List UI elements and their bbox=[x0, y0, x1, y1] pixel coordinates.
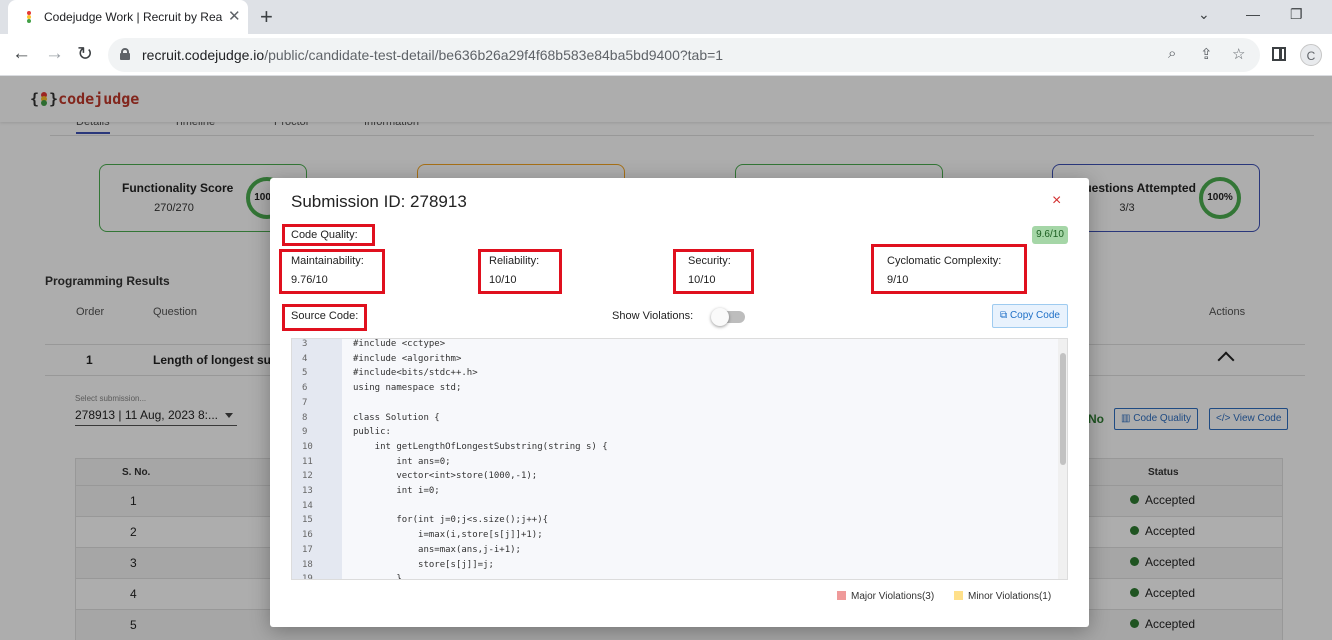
maintainability-value: 9.76/10 bbox=[291, 274, 328, 286]
code-line: 19 } bbox=[302, 574, 402, 580]
cyclomatic-complexity-value: 9/10 bbox=[887, 274, 909, 286]
browser-tab[interactable]: Codejudge Work | Recruit by Rea ✕ bbox=[8, 0, 248, 34]
reliability-label: Reliability: bbox=[489, 255, 540, 267]
browser-tab-bar: Codejudge Work | Recruit by Rea ✕ + ⌄ — … bbox=[0, 0, 1332, 34]
url-text[interactable]: recruit.codejudge.io/public/candidate-te… bbox=[142, 47, 723, 63]
security-value: 10/10 bbox=[688, 274, 716, 286]
codejudge-favicon-icon bbox=[24, 11, 34, 23]
profile-avatar[interactable]: C bbox=[1300, 44, 1322, 66]
code-editor[interactable]: 3 #include <cctype> 4 #include <algorithm> 5… bbox=[291, 338, 1068, 580]
security-label: Security: bbox=[688, 255, 731, 267]
submission-modal: Submission ID: 278913 × Code Quality: 9.… bbox=[270, 178, 1089, 627]
code-line: 4 #include <algorithm> bbox=[302, 353, 462, 364]
share-icon[interactable]: ⇪ bbox=[1200, 45, 1213, 63]
code-line: 12 vector<int>store(1000,-1); bbox=[302, 471, 538, 482]
tab-title: Codejudge Work | Recruit by Rea bbox=[44, 10, 223, 24]
editor-scrollbar[interactable] bbox=[1058, 339, 1067, 579]
minimize-icon[interactable]: — bbox=[1246, 6, 1260, 22]
close-icon[interactable]: × bbox=[1052, 192, 1061, 210]
copy-code-button[interactable]: ⧉ Copy Code bbox=[992, 304, 1068, 328]
address-bar-row: ← → ↻ recruit.codejudge.io/public/candid… bbox=[0, 34, 1332, 76]
code-line: 18 store[s[j]]=j; bbox=[302, 559, 494, 570]
code-line: 5 #include<bits/stdc++.h> bbox=[302, 368, 478, 379]
reliability-value: 10/10 bbox=[489, 274, 517, 286]
major-violations-legend: Major Violations(3) bbox=[837, 591, 934, 602]
code-line: 17 ans=max(ans,j-i+1); bbox=[302, 544, 521, 555]
show-violations-toggle[interactable] bbox=[711, 308, 745, 326]
minor-violation-swatch bbox=[954, 591, 963, 600]
show-violations-label: Show Violations: bbox=[612, 310, 694, 322]
lock-icon[interactable] bbox=[120, 48, 130, 60]
source-code-label: Source Code: bbox=[291, 310, 359, 322]
back-arrow-icon[interactable]: ← bbox=[12, 43, 31, 65]
tab-search-chevron-icon[interactable]: ⌄ bbox=[1198, 6, 1210, 23]
new-tab-icon[interactable]: + bbox=[260, 4, 273, 30]
toggle-knob bbox=[711, 308, 729, 326]
cyclomatic-complexity-label: Cyclomatic Complexity: bbox=[887, 255, 1002, 267]
modal-title: Submission ID: 278913 bbox=[291, 192, 467, 211]
scrollbar-thumb[interactable] bbox=[1060, 353, 1066, 465]
code-line: 8 class Solution { bbox=[302, 412, 440, 423]
tab-close-icon[interactable]: ✕ bbox=[228, 7, 241, 25]
code-quality-label: Code Quality: bbox=[291, 229, 358, 241]
code-line: 13 int i=0; bbox=[302, 486, 440, 496]
reload-icon[interactable]: ↻ bbox=[77, 43, 93, 66]
major-violation-swatch bbox=[837, 591, 846, 600]
code-line: 10 int getLengthOfLongestSubstring(strin… bbox=[302, 441, 608, 452]
zoom-search-icon[interactable]: ⌕ bbox=[1168, 45, 1176, 62]
code-line: 15 for(int j=0;j<s.size();j++){ bbox=[302, 515, 549, 526]
forward-arrow-icon[interactable]: → bbox=[45, 43, 64, 65]
copy-icon: ⧉ bbox=[1000, 310, 1008, 321]
code-line: 7 bbox=[302, 397, 308, 408]
overall-score-badge: 9.6/10 bbox=[1032, 226, 1068, 244]
highlight-box bbox=[871, 244, 1027, 294]
omnibox[interactable]: recruit.codejudge.io/public/candidate-te… bbox=[108, 38, 1260, 72]
code-line: 11 int ans=0; bbox=[302, 456, 451, 467]
bookmark-star-icon[interactable]: ☆ bbox=[1232, 45, 1245, 63]
code-line: 9 public: bbox=[302, 427, 391, 438]
code-line: 14 bbox=[302, 500, 313, 511]
minor-violations-legend: Minor Violations(1) bbox=[954, 591, 1051, 602]
code-line: 3 #include <cctype> bbox=[302, 339, 446, 349]
maintainability-label: Maintainability: bbox=[291, 255, 364, 267]
restore-icon[interactable]: ❐ bbox=[1290, 6, 1303, 23]
code-line: 16 i=max(i,store[s[j]]+1); bbox=[302, 530, 543, 541]
code-line: 6 using namespace std; bbox=[302, 383, 462, 394]
side-panel-icon[interactable] bbox=[1272, 47, 1286, 61]
